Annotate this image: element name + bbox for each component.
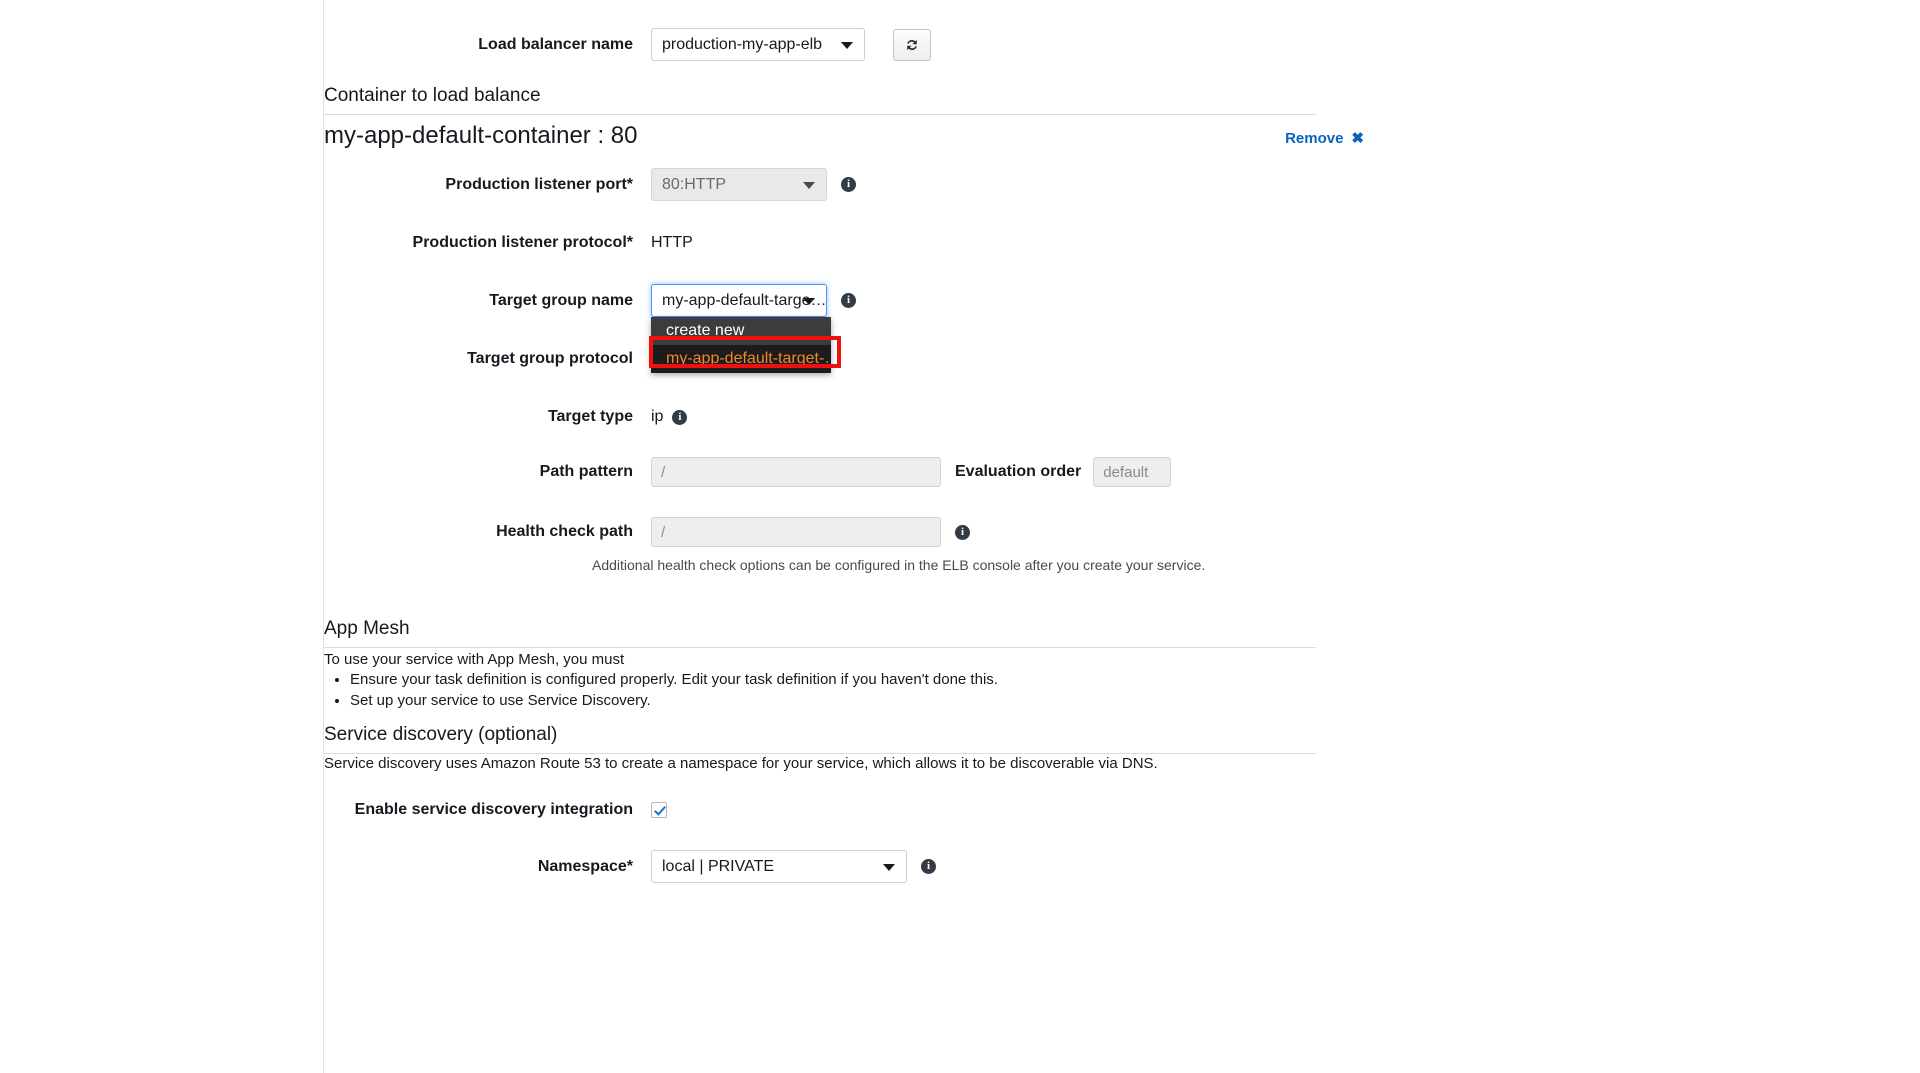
load-balancer-name-field: production-my-app-elb xyxy=(651,28,931,61)
app-mesh-intro: To use your service with App Mesh, you m… xyxy=(324,651,625,668)
target-group-name-row: Target group name my-app-default-targe… … xyxy=(324,284,1364,373)
service-discovery-heading-wrap: Service discovery (optional) xyxy=(324,724,1316,754)
target-group-name-label: Target group name xyxy=(489,291,633,309)
production-listener-port-value: 80:HTTP xyxy=(662,175,727,193)
info-icon[interactable]: i xyxy=(955,524,970,540)
target-group-dropdown-wrapper: my-app-default-targe… create new my-app-… xyxy=(649,284,841,373)
namespace-label: Namespace* xyxy=(537,857,633,875)
path-pattern-label: Path pattern xyxy=(539,463,633,480)
production-listener-port-row: Production listener port* 80:HTTP i xyxy=(324,168,1364,201)
production-listener-port-select[interactable]: 80:HTTP xyxy=(651,168,827,201)
service-discovery-heading: Service discovery (optional) xyxy=(324,724,558,745)
service-discovery-description: Service discovery uses Amazon Route 53 t… xyxy=(324,755,1158,772)
target-type-label: Target type xyxy=(547,408,633,425)
remove-container-button[interactable]: Remove ✖ xyxy=(1285,129,1364,147)
health-check-hint: Additional health check options can be c… xyxy=(592,557,1206,573)
target-group-protocol-label: Target group protocol xyxy=(467,350,633,367)
enable-service-discovery-label: Enable service discovery integration xyxy=(354,801,633,818)
production-listener-protocol-row: Production listener protocol* HTTP xyxy=(324,233,1364,253)
app-mesh-bullet-list: Ensure your task definition is configure… xyxy=(324,670,1284,712)
info-icon[interactable]: i xyxy=(672,409,688,425)
container-to-load-balance-heading: Container to load balance xyxy=(324,85,541,106)
evaluation-order-input[interactable] xyxy=(1093,457,1172,487)
remove-label: Remove xyxy=(1285,130,1344,147)
info-icon[interactable]: i xyxy=(841,177,856,192)
evaluation-order-label: Evaluation order xyxy=(955,463,1082,480)
chevron-down-icon xyxy=(841,41,853,49)
health-check-path-label: Health check path xyxy=(496,523,633,540)
target-type-field: ip i xyxy=(651,408,688,426)
target-type-value: ip xyxy=(651,408,664,425)
production-listener-protocol-label: Production listener protocol* xyxy=(412,234,633,251)
target-group-name-value: my-app-default-targe… xyxy=(662,291,827,309)
load-balancer-name-row: Load balancer name production-my-app-elb xyxy=(324,28,1364,61)
health-check-path-input[interactable] xyxy=(651,517,941,547)
info-icon[interactable]: i xyxy=(841,293,856,308)
app-mesh-heading-wrap: App Mesh xyxy=(324,618,1316,648)
refresh-button[interactable] xyxy=(893,28,931,61)
enable-service-discovery-field xyxy=(651,802,667,818)
production-listener-protocol-value: HTTP xyxy=(651,234,693,251)
close-x-icon: ✖ xyxy=(1351,130,1364,147)
list-item: Set up your service to use Service Disco… xyxy=(350,691,1284,711)
container-title: my-app-default-container : 80 xyxy=(324,122,638,149)
dropdown-option-create-new[interactable]: create new xyxy=(651,317,831,345)
namespace-value: local | PRIVATE xyxy=(662,857,775,875)
list-item: Ensure your task definition is configure… xyxy=(350,670,1284,690)
namespace-row: Namespace* local | PRIVATE i xyxy=(324,850,1364,883)
path-pattern-field: Evaluation order xyxy=(651,457,1172,487)
chevron-down-icon xyxy=(803,297,815,305)
production-listener-port-field: 80:HTTP i xyxy=(651,168,856,201)
enable-service-discovery-row: Enable service discovery integration xyxy=(324,800,1364,820)
dropdown-option-existing-target-group[interactable]: my-app-default-target-… xyxy=(651,345,831,373)
load-balancer-name-select[interactable]: production-my-app-elb xyxy=(651,28,865,61)
target-group-name-select[interactable]: my-app-default-targe… xyxy=(651,284,827,317)
dropdown-option-label: create new xyxy=(666,322,745,339)
container-to-load-balance-heading-wrap: Container to load balance xyxy=(324,85,1316,115)
info-icon[interactable]: i xyxy=(921,859,936,874)
namespace-select[interactable]: local | PRIVATE xyxy=(651,850,907,883)
form-content: Load balancer name production-my-app-elb… xyxy=(324,0,1920,1073)
chevron-down-icon xyxy=(883,863,895,871)
target-group-dropdown-menu[interactable]: create new my-app-default-target-… xyxy=(651,317,831,373)
path-pattern-row: Path pattern Evaluation order xyxy=(324,457,1424,487)
path-pattern-input[interactable] xyxy=(651,457,941,487)
app-mesh-heading: App Mesh xyxy=(324,618,410,639)
refresh-icon xyxy=(907,39,917,50)
health-check-path-field: i xyxy=(651,517,970,547)
page-root: Load balancer name production-my-app-elb… xyxy=(0,0,1920,1073)
container-title-row: my-app-default-container : 80 Remove ✖ xyxy=(324,122,1364,150)
production-listener-protocol-field: HTTP xyxy=(651,234,693,252)
load-balancer-name-value: production-my-app-elb xyxy=(662,35,823,53)
target-group-name-field: my-app-default-targe… create new my-app-… xyxy=(649,284,856,373)
namespace-field: local | PRIVATE i xyxy=(651,850,936,883)
production-listener-port-label: Production listener port* xyxy=(445,175,633,193)
load-balancer-name-label: Load balancer name xyxy=(478,35,633,53)
health-check-path-row: Health check path i xyxy=(324,517,1364,547)
chevron-down-icon xyxy=(803,181,815,189)
dropdown-option-label: my-app-default-target-… xyxy=(666,350,831,367)
target-type-row: Target type ip i xyxy=(324,407,1364,427)
target-group-protocol-row: Target group protocol xyxy=(324,349,1364,369)
enable-service-discovery-checkbox[interactable] xyxy=(651,802,667,818)
